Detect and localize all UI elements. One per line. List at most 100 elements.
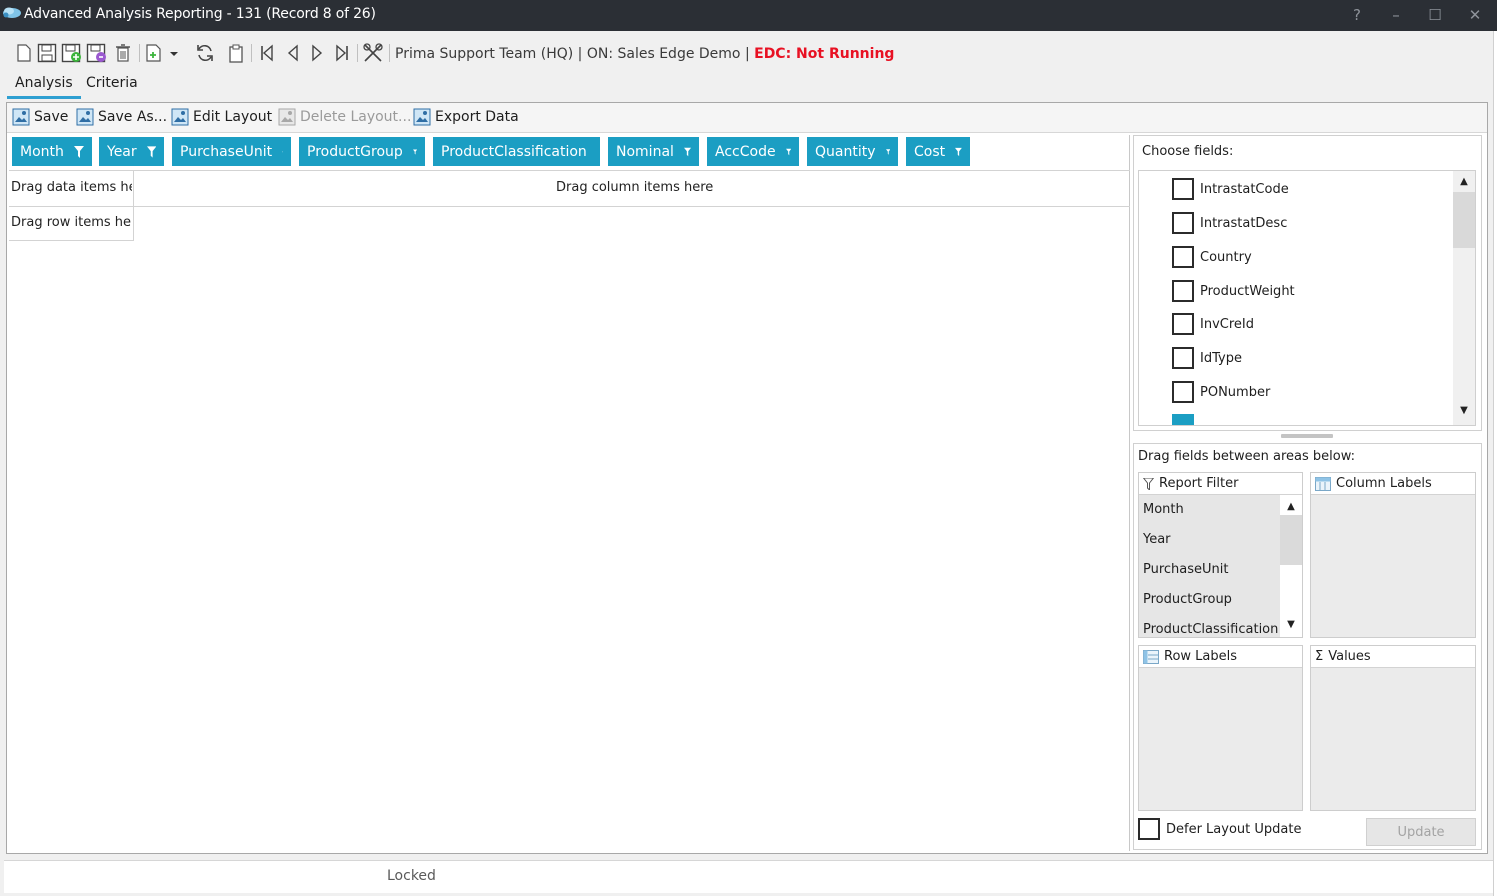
last-record-icon[interactable] bbox=[331, 42, 353, 64]
report-filter-item[interactable]: PurchaseUnit bbox=[1143, 558, 1229, 582]
report-filter-scroll-thumb[interactable] bbox=[1280, 515, 1302, 565]
edit-layout-button[interactable]: Edit Layout bbox=[171, 106, 272, 128]
field-item-partial[interactable] bbox=[1172, 414, 1196, 425]
save-layout-button[interactable]: Save bbox=[12, 106, 68, 128]
values-header: Σ Values bbox=[1311, 646, 1475, 668]
column-labels-area[interactable]: Column Labels bbox=[1310, 472, 1476, 638]
field-checkbox[interactable] bbox=[1172, 381, 1194, 403]
defer-layout-checkbox[interactable] bbox=[1138, 818, 1160, 840]
field-checkbox[interactable] bbox=[1172, 347, 1194, 369]
tab-criteria[interactable]: Criteria bbox=[78, 68, 146, 99]
panel-splitter[interactable] bbox=[1281, 434, 1333, 438]
tools-icon[interactable] bbox=[362, 42, 384, 64]
minimize-button[interactable]: – bbox=[1386, 5, 1406, 25]
save-as-layout-label: Save As... bbox=[98, 109, 168, 125]
refresh-icon[interactable] bbox=[194, 42, 216, 64]
filter-icon[interactable] bbox=[955, 146, 962, 158]
clipboard-icon[interactable] bbox=[225, 42, 247, 64]
filter-field-acccode[interactable]: AccCode bbox=[707, 137, 799, 166]
field-item-ponumber[interactable]: PONumber bbox=[1172, 380, 1270, 404]
field-item-invcreid[interactable]: InvCreId bbox=[1172, 312, 1254, 336]
tab-analysis[interactable]: Analysis bbox=[7, 68, 81, 99]
locked-status: Locked bbox=[387, 868, 436, 884]
scroll-down-icon[interactable]: ▼ bbox=[1456, 405, 1472, 417]
save-icon[interactable] bbox=[36, 42, 58, 64]
filter-field-productgroup[interactable]: ProductGroup bbox=[299, 137, 425, 166]
app-logo-icon bbox=[3, 7, 21, 18]
help-button[interactable]: ? bbox=[1347, 5, 1367, 25]
report-filter-item[interactable]: ProductGroup bbox=[1143, 588, 1232, 612]
field-item-label: PONumber bbox=[1200, 384, 1271, 400]
delete-layout-button[interactable]: Delete Layout... bbox=[278, 106, 411, 128]
next-record-icon[interactable] bbox=[306, 42, 328, 64]
report-filter-item[interactable]: ProductClassification bbox=[1143, 618, 1278, 637]
values-title: Values bbox=[1328, 649, 1371, 664]
close-button[interactable]: ✕ bbox=[1465, 5, 1485, 25]
field-checkbox-checked[interactable] bbox=[1172, 414, 1194, 425]
report-filter-item[interactable]: Year bbox=[1143, 528, 1171, 552]
field-item-label: InvCreId bbox=[1200, 316, 1254, 332]
values-area[interactable]: Σ Values bbox=[1310, 645, 1476, 811]
filter-field-quantity[interactable]: Quantity bbox=[807, 137, 898, 166]
previous-record-icon[interactable] bbox=[282, 42, 304, 64]
field-checkbox[interactable] bbox=[1172, 212, 1194, 234]
filter-icon[interactable] bbox=[412, 146, 417, 158]
filter-field-label: AccCode bbox=[715, 143, 776, 160]
report-filter-item[interactable]: Month bbox=[1143, 498, 1184, 522]
filter-icon[interactable] bbox=[73, 145, 84, 158]
column-drop-area[interactable]: Drag column items here bbox=[556, 180, 713, 195]
scroll-down-icon[interactable]: ▼ bbox=[1283, 619, 1299, 631]
row-labels-title: Row Labels bbox=[1164, 649, 1238, 664]
filter-icon[interactable] bbox=[282, 146, 283, 158]
defer-layout-update[interactable]: Defer Layout Update bbox=[1138, 818, 1301, 840]
filter-icon[interactable] bbox=[885, 146, 891, 158]
report-filter-header: Report Filter bbox=[1139, 473, 1302, 495]
update-button[interactable]: Update bbox=[1366, 818, 1476, 846]
filter-field-nominal[interactable]: Nominal bbox=[608, 137, 699, 166]
export-data-label: Export Data bbox=[435, 109, 519, 125]
filter-icon[interactable] bbox=[683, 146, 691, 158]
field-item-intrastatcode[interactable]: IntrastatCode bbox=[1172, 177, 1289, 201]
layout-icon bbox=[171, 108, 189, 126]
add-dropdown-icon[interactable] bbox=[143, 42, 183, 64]
row-labels-icon bbox=[1143, 649, 1159, 664]
toolbar-separator bbox=[357, 44, 358, 62]
filter-icon bbox=[1143, 477, 1154, 490]
field-checkbox[interactable] bbox=[1172, 178, 1194, 200]
field-checkbox[interactable] bbox=[1172, 246, 1194, 268]
filter-field-label: Quantity bbox=[815, 143, 876, 160]
field-item-idtype[interactable]: IdType bbox=[1172, 346, 1242, 370]
save-copy-icon[interactable] bbox=[86, 42, 108, 64]
scroll-up-icon[interactable]: ▲ bbox=[1456, 176, 1472, 188]
window-frame-edge bbox=[1493, 31, 1497, 896]
field-checkbox[interactable] bbox=[1172, 280, 1194, 302]
scroll-up-icon[interactable]: ▲ bbox=[1283, 501, 1299, 513]
field-item-label: IdType bbox=[1200, 350, 1242, 366]
row-drop-area[interactable]: Drag row items her bbox=[11, 215, 132, 230]
new-icon[interactable] bbox=[13, 42, 35, 64]
row-labels-area[interactable]: Row Labels bbox=[1138, 645, 1303, 811]
filter-icon[interactable] bbox=[146, 145, 156, 158]
maximize-button[interactable]: ☐ bbox=[1425, 5, 1445, 25]
save-new-icon[interactable] bbox=[61, 42, 83, 64]
field-item-intrastatdesc[interactable]: IntrastatDesc bbox=[1172, 211, 1287, 235]
field-item-productweight[interactable]: ProductWeight bbox=[1172, 279, 1295, 303]
filter-field-month[interactable]: Month bbox=[12, 137, 92, 166]
toolbar-separator bbox=[389, 44, 390, 62]
field-checkbox[interactable] bbox=[1172, 313, 1194, 335]
filter-field-label: ProductClassification bbox=[441, 143, 587, 160]
delete-icon[interactable] bbox=[112, 42, 134, 64]
field-list-scroll-thumb[interactable] bbox=[1453, 192, 1475, 248]
filter-field-year[interactable]: Year bbox=[99, 137, 164, 166]
first-record-icon[interactable] bbox=[256, 42, 278, 64]
field-item-country[interactable]: Country bbox=[1172, 245, 1252, 269]
filter-field-purchaseunit[interactable]: PurchaseUnit bbox=[172, 137, 291, 166]
filter-icon[interactable] bbox=[785, 146, 791, 158]
filter-field-productclassification[interactable]: ProductClassification bbox=[433, 137, 600, 166]
export-data-button[interactable]: Export Data bbox=[413, 106, 519, 128]
data-drop-area[interactable]: Drag data items he bbox=[11, 180, 132, 195]
drag-areas-label: Drag fields between areas below: bbox=[1138, 449, 1356, 464]
filter-field-cost[interactable]: Cost bbox=[906, 137, 970, 166]
save-as-layout-button[interactable]: Save As... bbox=[76, 106, 167, 128]
field-item-label: IntrastatCode bbox=[1200, 181, 1289, 197]
